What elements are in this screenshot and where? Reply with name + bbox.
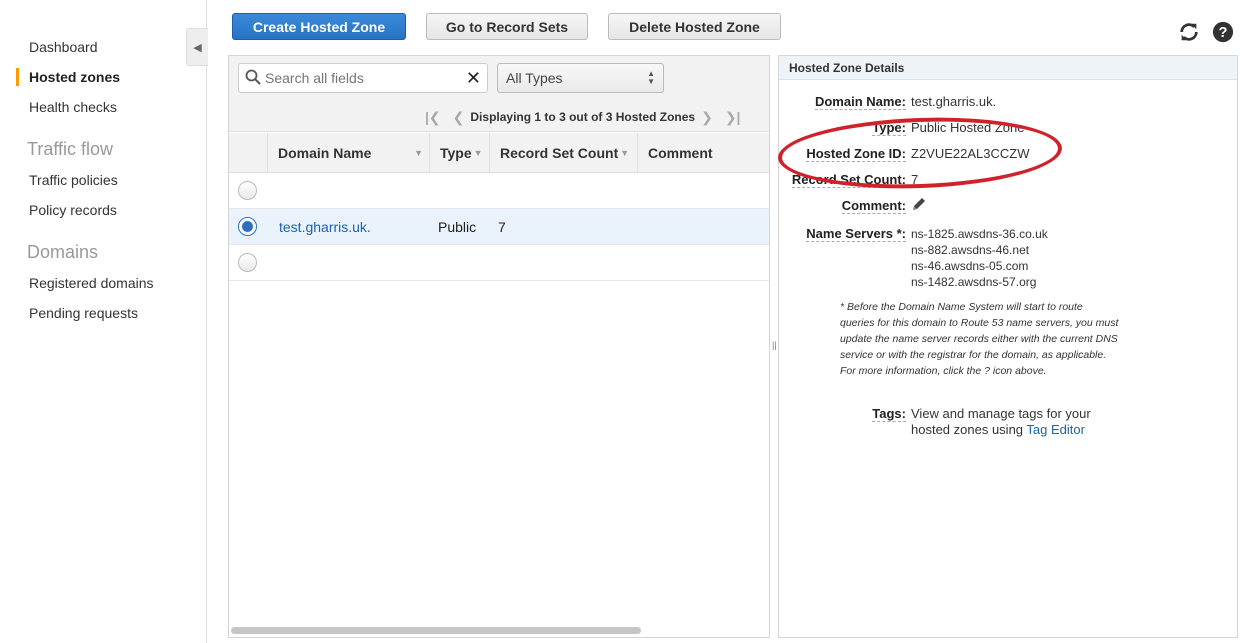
pager-text: Displaying 1 to 3 out of 3 Hosted Zones [470, 110, 696, 124]
close-icon[interactable]: ✕ [466, 68, 481, 89]
pager: |❮ ❮ Displaying 1 to 3 out of 3 Hosted Z… [419, 108, 759, 126]
column-comment-label: Comment [648, 145, 713, 161]
sidebar-item-policy-records[interactable]: Policy records [29, 202, 117, 218]
table-header: Domain Name ▼ Type ▼ Record Set Count ▼ … [229, 133, 769, 173]
go-to-record-sets-button[interactable]: Go to Record Sets [426, 13, 588, 40]
comment-label: Comment: [841, 198, 906, 214]
sort-caret-icon: ▼ [473, 148, 483, 158]
column-domain-name[interactable]: Domain Name ▼ [267, 133, 429, 173]
sort-caret-icon: ▼ [414, 148, 423, 158]
type-filter-value: All Types [506, 70, 563, 86]
hosted-zones-list: ✕ All Types ▲▼ |❮ ❮ Displaying 1 to 3 ou… [228, 55, 770, 638]
record-set-count-label: Record Set Count: [791, 172, 906, 188]
column-domain-name-label: Domain Name [278, 145, 372, 161]
list-toolbar: ✕ All Types ▲▼ |❮ ❮ Displaying 1 to 3 ou… [229, 56, 769, 132]
table-row[interactable] [229, 173, 769, 209]
column-record-set-count[interactable]: Record Set Count ▼ [489, 133, 637, 173]
select-arrows-icon: ▲ ▼ [647, 69, 655, 86]
create-hosted-zone-button[interactable]: Create Hosted Zone [232, 13, 406, 40]
horizontal-scrollbar[interactable] [231, 627, 641, 634]
domain-name-label: Domain Name: [814, 94, 906, 110]
sidebar-item-dashboard[interactable]: Dashboard [29, 39, 98, 55]
type-value: Public Hosted Zone [911, 120, 1025, 135]
row-radio[interactable] [238, 253, 257, 272]
sidebar-group-traffic-flow: Traffic flow [27, 139, 114, 159]
name-servers-note: * Before the Domain Name System will sta… [840, 301, 1119, 377]
type-label: Type: [872, 120, 906, 136]
column-record-set-count-label: Record Set Count [500, 145, 619, 161]
column-comment[interactable]: Comment [637, 133, 769, 173]
type-cell: Public [438, 219, 477, 235]
sidebar-item-registered-domains[interactable]: Registered domains [29, 275, 154, 291]
type-filter-select[interactable]: All Types ▲ ▼ [497, 63, 664, 93]
refresh-icon[interactable] [1177, 20, 1201, 44]
svg-text:?: ? [1219, 25, 1228, 41]
column-type-label: Type [440, 145, 472, 161]
column-type[interactable]: Type ▼ [429, 133, 489, 173]
sort-caret-icon: ▼ [620, 148, 630, 158]
hosted-zone-details: Hosted Zone Details Domain Name: test.gh… [778, 55, 1238, 638]
name-server: ns-46.awsdns-05.com [911, 259, 1029, 273]
first-page-icon[interactable]: |❮ [425, 109, 441, 126]
domain-name-value: test.gharris.uk. [911, 94, 997, 109]
tags-description: View and manage tags for your hosted zon… [911, 406, 1111, 438]
sidebar-item-traffic-policies[interactable]: Traffic policies [29, 172, 118, 188]
delete-hosted-zone-button[interactable]: Delete Hosted Zone [608, 13, 781, 40]
count-cell: 7 [498, 219, 506, 235]
hosted-zone-id-label: Hosted Zone ID: [806, 146, 906, 162]
table-row[interactable] [229, 245, 769, 281]
details-header: Hosted Zone Details [779, 56, 1237, 80]
table-row[interactable]: test.gharris.uk. Public 7 [229, 209, 769, 245]
splitter-handle[interactable]: || [772, 340, 777, 350]
row-radio[interactable] [238, 181, 257, 200]
row-radio[interactable] [238, 217, 257, 236]
name-servers-list: ns-1825.awsdns-36.co.uk ns-882.awsdns-46… [911, 226, 1048, 290]
name-server: ns-1482.awsdns-57.org [911, 275, 1037, 289]
sidebar-item-hosted-zones[interactable]: Hosted zones [29, 69, 120, 85]
name-server: ns-882.awsdns-46.net [911, 243, 1030, 257]
sidebar-group-domains: Domains [27, 242, 99, 262]
hosted-zone-id-value: Z2VUE22AL3CCZW [911, 146, 1030, 161]
pencil-icon[interactable] [911, 196, 927, 215]
sidebar-item-health-checks[interactable]: Health checks [29, 99, 117, 115]
next-page-icon[interactable]: ❯ [701, 109, 713, 126]
sidebar-item-pending-requests[interactable]: Pending requests [29, 305, 138, 321]
domain-name-link[interactable]: test.gharris.uk. [279, 219, 371, 235]
active-indicator [16, 68, 19, 86]
tag-editor-link[interactable]: Tag Editor [1026, 422, 1085, 437]
help-icon[interactable]: ? [1211, 20, 1235, 44]
chevron-left-icon: ◀ [193, 41, 202, 54]
search-icon [245, 69, 261, 88]
name-server: ns-1825.awsdns-36.co.uk [911, 227, 1048, 241]
prev-page-icon[interactable]: ❮ [453, 109, 465, 126]
sidebar: Dashboard Hosted zones Health checks Tra… [0, 0, 207, 643]
name-servers-label: Name Servers *: [806, 226, 906, 242]
collapse-sidebar-button[interactable]: ◀ [186, 28, 208, 66]
record-set-count-link[interactable]: 7 [911, 172, 918, 187]
search-input[interactable] [265, 70, 465, 86]
tags-label: Tags: [872, 406, 906, 422]
last-page-icon[interactable]: ❯| [725, 109, 741, 126]
search-box[interactable]: ✕ [238, 63, 488, 93]
